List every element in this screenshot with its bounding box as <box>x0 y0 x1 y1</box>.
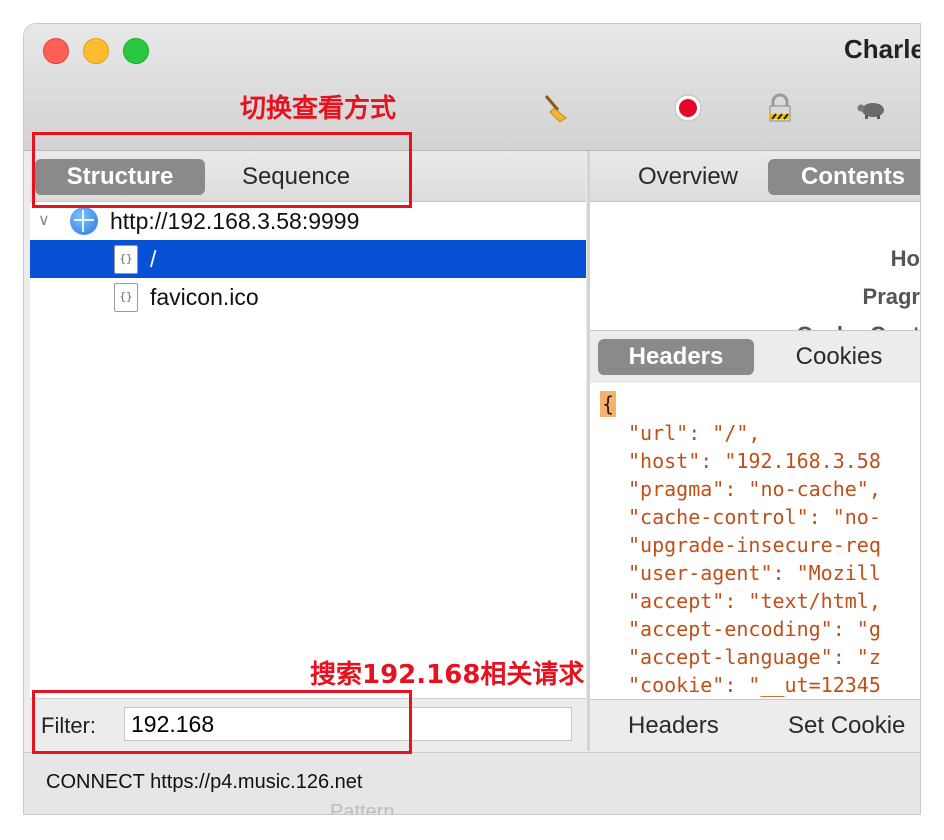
response-view-tabs: Headers Set Cookie <box>590 699 920 751</box>
broom-icon[interactable] <box>540 92 572 124</box>
json-line: "cache-control": "no- <box>628 503 881 531</box>
tree-item-label: favicon.ico <box>150 278 259 316</box>
header-key: Pragr <box>863 284 920 310</box>
tab-overview[interactable]: Overview <box>608 159 768 195</box>
json-line: "accept-encoding": "g <box>628 615 881 643</box>
tree-item-favicon[interactable]: {} favicon.ico <box>30 278 586 316</box>
request-tree: ∨ http://192.168.3.58:9999 {} / {} favic… <box>30 202 586 316</box>
json-line: "accept-language": "z <box>628 643 881 671</box>
maximize-window-button[interactable] <box>123 38 149 64</box>
annotation-box-filter <box>32 690 412 754</box>
status-bar: CONNECT https://p4.music.126.net Pattern <box>24 752 920 814</box>
tab-set-cookie[interactable]: Set Cookie <box>788 712 905 740</box>
json-line: "pragma": "no-cache", <box>628 475 881 503</box>
minimize-window-button[interactable] <box>83 38 109 64</box>
detail-pane: Overview Contents Ho Pragr Cache-Cont He… <box>590 151 920 751</box>
window-title: Charle <box>844 34 920 65</box>
json-file-icon: {} <box>114 245 138 274</box>
turtle-icon[interactable] <box>856 92 888 124</box>
json-open-brace: { <box>600 391 616 417</box>
close-window-button[interactable] <box>43 38 69 64</box>
lock-icon[interactable] <box>764 92 796 124</box>
annotation-search: 搜索192.168相关请求 <box>310 654 584 691</box>
json-viewer: { "url": "/", "host": "192.168.3.58 "pra… <box>590 383 920 699</box>
request-view-tabs: Headers Cookies <box>590 330 920 384</box>
tree-item-label: / <box>150 240 156 278</box>
record-icon[interactable] <box>672 92 704 124</box>
annotation-box-view-mode <box>32 132 412 208</box>
json-line: "url": "/", <box>628 419 760 447</box>
json-line: "upgrade-insecure-req <box>628 531 881 559</box>
json-line: "cookie": "__ut=12345 <box>628 671 881 699</box>
status-faded-text: Pattern <box>330 801 394 814</box>
tab-request-cookies[interactable]: Cookies <box>770 339 908 375</box>
detail-tabs: Overview Contents <box>590 151 920 202</box>
json-line: "accept": "text/html, <box>628 587 881 615</box>
request-header-table: Ho Pragr Cache-Cont <box>590 202 920 330</box>
json-line: "host": "192.168.3.58 <box>628 447 881 475</box>
json-file-icon: {} <box>114 283 138 312</box>
header-key: Ho <box>891 246 920 272</box>
tab-request-headers[interactable]: Headers <box>598 339 754 375</box>
tab-response-headers[interactable]: Headers <box>628 712 719 740</box>
annotation-view-mode: 切换查看方式 <box>240 88 396 125</box>
status-text: CONNECT https://p4.music.126.net <box>46 771 362 794</box>
tree-item-root[interactable]: {} / <box>30 240 586 278</box>
tab-contents[interactable]: Contents <box>768 159 920 195</box>
json-line: "user-agent": "Mozill <box>628 559 881 587</box>
globe-icon <box>70 207 98 235</box>
